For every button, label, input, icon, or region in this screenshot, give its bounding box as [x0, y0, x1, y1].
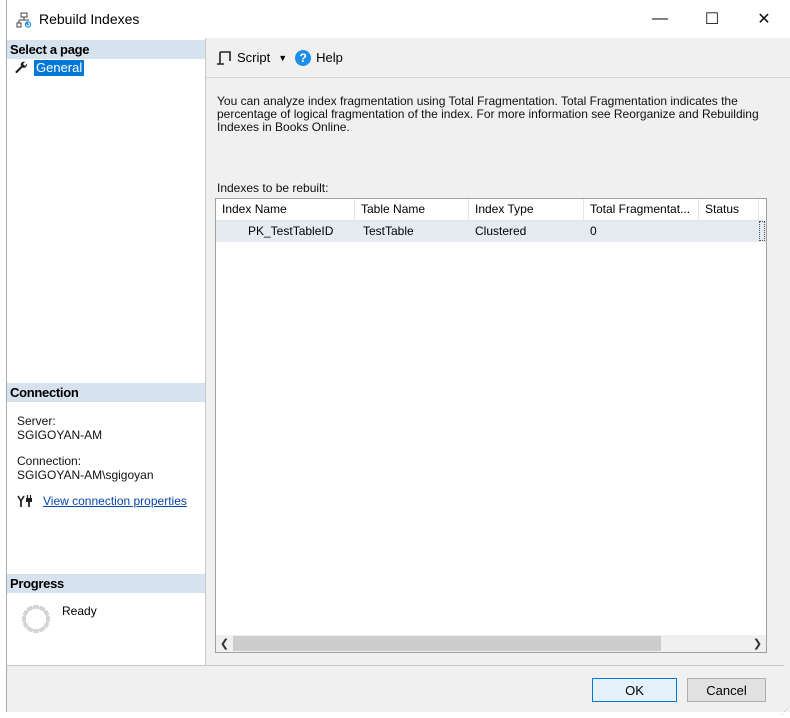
index-tree-icon: [16, 12, 32, 28]
select-page-header: Select a page: [7, 40, 205, 59]
indexes-list-label: Indexes to be rebuilt:: [217, 181, 329, 195]
cell-focus-indicator: [759, 221, 765, 241]
help-label: Help: [316, 50, 343, 65]
fragmentation-description: You can analyze index fragmentation usin…: [217, 94, 759, 134]
progress-status: Ready: [62, 604, 97, 618]
minimize-button[interactable]: —: [637, 0, 683, 38]
close-icon: ✕: [757, 11, 771, 28]
cell-status: [699, 221, 759, 242]
connection-header: Connection: [7, 383, 205, 402]
spinner-segment: [33, 629, 39, 633]
title-bar: Rebuild Indexes — ☐ ✕: [7, 0, 790, 38]
server-value: SGIGOYAN-AM: [17, 428, 103, 442]
maximize-button[interactable]: ☐: [689, 0, 735, 38]
spinner-segment: [22, 616, 26, 622]
script-icon: [217, 50, 231, 65]
column-header-table-name[interactable]: Table Name: [355, 199, 469, 220]
scroll-left-icon[interactable]: ❮: [216, 635, 233, 652]
horizontal-scrollbar[interactable]: ❮ ❯: [216, 635, 766, 652]
sidebar: Select a page General Connection Server:…: [7, 38, 206, 666]
cell-index-name: PK_TestTableID: [248, 224, 334, 238]
progress-spinner-icon: [22, 605, 50, 633]
chevron-down-icon[interactable]: ▼: [278, 53, 287, 63]
scroll-track[interactable]: [233, 635, 749, 652]
footer-divider: [199, 665, 784, 666]
table-row[interactable]: PK_TestTableID TestTable Clustered 0: [216, 221, 766, 242]
help-button[interactable]: ? Help: [295, 49, 343, 66]
connection-value: SGIGOYAN-AM\sgigoyan: [17, 468, 154, 482]
view-connection-properties-link[interactable]: View connection properties: [43, 494, 187, 508]
progress-header: Progress: [7, 574, 205, 593]
plug-icon: [17, 495, 32, 507]
spinner-segment: [46, 616, 50, 622]
help-icon: ?: [295, 49, 312, 66]
scroll-thumb[interactable]: [233, 636, 662, 651]
scroll-right-icon[interactable]: ❯: [749, 635, 766, 652]
minimize-icon: —: [652, 10, 668, 27]
script-button[interactable]: Script ▼: [216, 50, 287, 66]
close-button[interactable]: ✕: [741, 0, 787, 38]
view-connection-row: View connection properties: [17, 494, 187, 508]
cell-table-name: TestTable: [363, 224, 414, 238]
toolbar: Script ▼ ? Help: [206, 38, 790, 78]
spinner-segment: [33, 605, 39, 609]
window-title: Rebuild Indexes: [39, 11, 140, 27]
grid-header: Index Name Table Name Index Type Total F…: [216, 199, 766, 221]
column-header-status[interactable]: Status: [699, 199, 759, 220]
cancel-button[interactable]: Cancel: [687, 678, 766, 702]
cell-total-fragmentation: 0: [590, 224, 597, 238]
wrench-icon: [15, 61, 27, 74]
resize-grip-icon[interactable]: ⋰: [781, 708, 788, 716]
cell-index-type: Clustered: [475, 224, 527, 238]
maximize-icon: ☐: [704, 11, 720, 28]
sidebar-item-label: General: [34, 60, 85, 76]
column-header-index-type[interactable]: Index Type: [469, 199, 584, 220]
script-label: Script: [237, 50, 271, 65]
server-label: Server:: [17, 414, 56, 428]
column-header-index-name[interactable]: Index Name: [216, 199, 355, 220]
indexes-grid: Index Name Table Name Index Type Total F…: [215, 198, 767, 653]
ok-button[interactable]: OK: [592, 678, 677, 702]
sidebar-item-general[interactable]: General: [14, 60, 85, 76]
connection-label: Connection:: [17, 454, 82, 468]
column-header-total-fragmentation[interactable]: Total Fragmentat...: [584, 199, 699, 220]
